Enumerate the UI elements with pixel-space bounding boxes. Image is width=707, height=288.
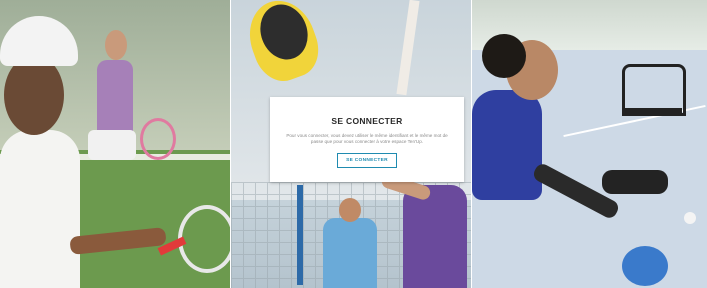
racket-head: [178, 205, 231, 273]
child-shirt: [0, 130, 80, 288]
modal-title: SE CONNECTER: [331, 116, 403, 126]
ball: [684, 212, 696, 224]
chair-seat: [622, 108, 682, 114]
man-head: [339, 198, 361, 222]
hero-photo-padel: [472, 0, 707, 288]
man-shirt: [323, 218, 377, 288]
login-modal: SE CONNECTER Pour vous connecter, vous d…: [270, 97, 464, 182]
woman-top: [403, 185, 467, 288]
connect-button[interactable]: SE CONNECTER: [337, 152, 397, 168]
bag: [602, 170, 668, 194]
player-shirt: [472, 90, 542, 200]
woman-figure: [97, 60, 133, 140]
player-hair: [482, 34, 526, 78]
child-head: [4, 55, 64, 135]
hero-photo-tennis: [0, 0, 231, 288]
login-page: SE CONNECTER Pour vous connecter, vous d…: [0, 0, 707, 288]
modal-description: Pour vous connecter, vous devez utiliser…: [286, 133, 448, 145]
flag-pole: [297, 185, 303, 285]
woman-head: [105, 30, 127, 60]
padel-racket: [622, 246, 668, 286]
background-racket: [140, 118, 176, 160]
woman-skirt: [88, 130, 136, 160]
